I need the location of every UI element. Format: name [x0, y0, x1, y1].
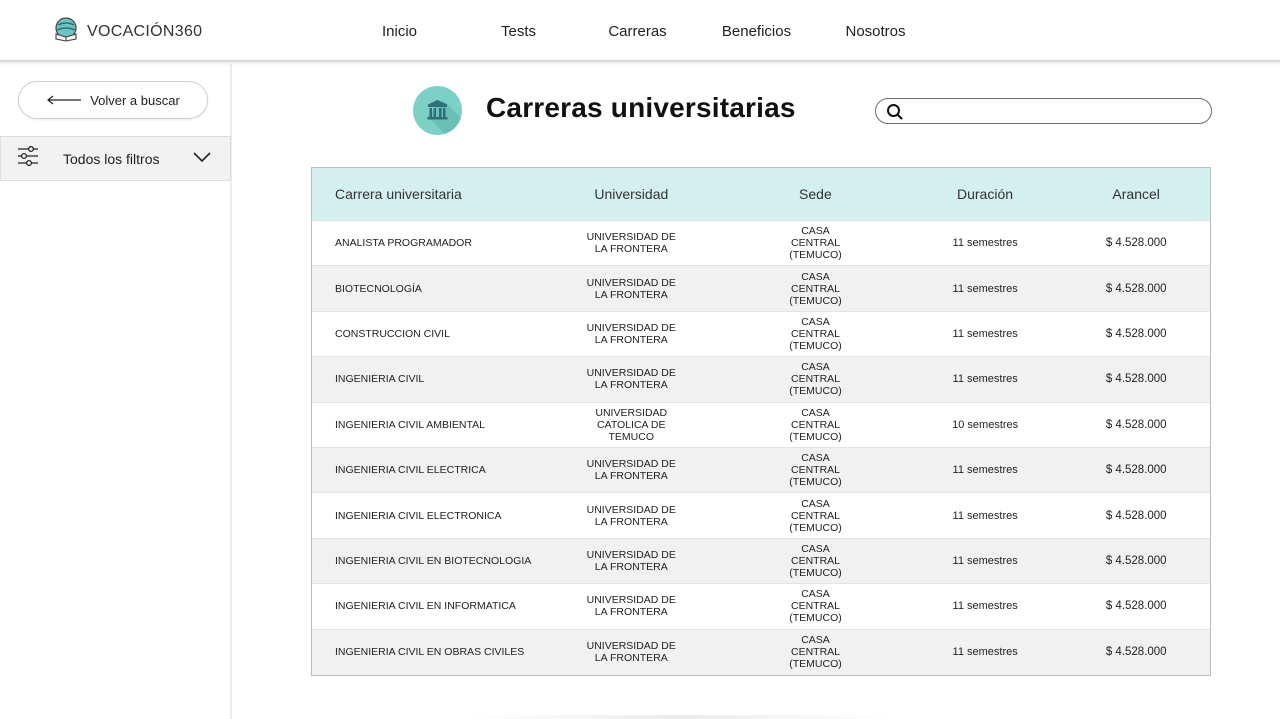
university-icon	[413, 86, 462, 135]
cell-arancel: $ 4.528.000	[1105, 237, 1167, 250]
table-row[interactable]: INGENIERIA CIVIL UNIVERSIDAD DE LA FRONTE…	[312, 357, 1210, 403]
header-universidad[interactable]: Universidad	[540, 186, 724, 202]
cell-universidad: UNIVERSIDAD DE LA FRONTERA	[586, 594, 676, 619]
cell-carrera: INGENIERIA CIVIL ELECTRICA	[335, 464, 486, 477]
cell-carrera: INGENIERIA CIVIL ELECTRONICA	[335, 509, 502, 522]
header-duracion[interactable]: Duración	[908, 186, 1063, 202]
table-row[interactable]: INGENIERIA CIVIL AMBIENTAL UNIVERSIDAD CA…	[312, 403, 1210, 448]
cell-duracion: 11 semestres	[952, 282, 1018, 295]
cell-arancel: $ 4.528.000	[1105, 509, 1167, 522]
sliders-icon	[17, 145, 39, 171]
nav-tests[interactable]: Tests	[459, 23, 578, 40]
page-title: Carreras universitarias	[486, 92, 796, 123]
cell-carrera: INGENIERIA CIVIL EN OBRAS CIVILES	[335, 646, 525, 659]
cell-sede: CASA CENTRAL (TEMUCO)	[789, 452, 842, 489]
cell-duracion: 11 semestres	[952, 646, 1018, 659]
cell-carrera: CONSTRUCCION CIVIL	[335, 327, 450, 340]
cell-universidad: UNIVERSIDAD DE LA FRONTERA	[586, 321, 676, 346]
cell-universidad: UNIVERSIDAD DE LA FRONTERA	[586, 276, 676, 301]
nav-inicio[interactable]: Inicio	[340, 23, 459, 40]
logo[interactable]: VOCACIÓN360	[53, 16, 202, 47]
cell-duracion: 11 semestres	[952, 600, 1018, 613]
header-arancel[interactable]: Arancel	[1062, 186, 1210, 202]
cell-arancel: $ 4.528.000	[1105, 373, 1167, 386]
table-row[interactable]: INGENIERIA CIVIL EN BIOTECNOLOGIA UNIVERS…	[312, 538, 1210, 585]
cell-sede: CASA CENTRAL (TEMUCO)	[789, 542, 842, 579]
cell-arancel: $ 4.528.000	[1105, 646, 1167, 659]
cell-universidad: UNIVERSIDAD DE LA FRONTERA	[586, 503, 676, 528]
sidebar: Volver a buscar Todos los filtros	[0, 64, 232, 719]
table-row[interactable]: BIOTECNOLOGÍA UNIVERSIDAD DE LA FRONTERA C…	[312, 266, 1210, 312]
table-row[interactable]: INGENIERIA CIVIL EN INFORMATICA UNIVERSID…	[312, 584, 1210, 630]
search-input[interactable]	[908, 102, 1198, 120]
cell-carrera: INGENIERIA CIVIL EN BIOTECNOLOGIA	[335, 554, 532, 567]
cell-universidad: UNIVERSIDAD DE LA FRONTERA	[586, 231, 676, 256]
top-navbar: VOCACIÓN360 Inicio Tests Carreras Benefi…	[0, 0, 1280, 62]
cell-duracion: 11 semestres	[952, 554, 1018, 567]
cell-carrera: INGENIERIA CIVIL	[335, 373, 425, 386]
nav-carreras[interactable]: Carreras	[578, 23, 697, 40]
careers-table: Carrera universitaria Universidad Sede D…	[311, 167, 1211, 676]
all-filters-toggle[interactable]: Todos los filtros	[0, 136, 231, 181]
main-nav: Inicio Tests Carreras Beneficios Nosotro…	[340, 0, 935, 62]
table-row[interactable]: INGENIERIA CIVIL EN OBRAS CIVILES UNIVERS…	[312, 629, 1210, 675]
cell-duracion: 11 semestres	[952, 464, 1018, 477]
cell-universidad: UNIVERSIDAD DE LA FRONTERA	[586, 458, 676, 483]
cell-duracion: 11 semestres	[952, 237, 1018, 250]
cell-sede: CASA CENTRAL (TEMUCO)	[789, 270, 842, 307]
chevron-down-icon[interactable]	[192, 150, 212, 169]
filters-label: Todos los filtros	[63, 150, 160, 167]
table-row[interactable]: INGENIERIA CIVIL ELECTRICA UNIVERSIDAD DE…	[312, 447, 1210, 494]
cell-carrera: BIOTECNOLOGÍA	[335, 282, 422, 295]
cell-carrera: ANALISTA PROGRAMADOR	[335, 237, 472, 250]
cell-duracion: 11 semestres	[952, 327, 1018, 340]
cell-arancel: $ 4.528.000	[1105, 464, 1167, 477]
search-bar[interactable]	[875, 98, 1212, 124]
cell-arancel: $ 4.528.000	[1105, 327, 1167, 340]
nav-beneficios[interactable]: Beneficios	[697, 23, 816, 40]
nav-nosotros[interactable]: Nosotros	[816, 23, 935, 40]
cell-sede: CASA CENTRAL (TEMUCO)	[789, 588, 842, 625]
search-icon[interactable]	[886, 103, 904, 126]
table-row[interactable]: CONSTRUCCION CIVIL UNIVERSIDAD DE LA FRON…	[312, 312, 1210, 358]
bottom-divider	[470, 715, 890, 719]
header-sede[interactable]: Sede	[723, 186, 908, 202]
cell-sede: CASA CENTRAL (TEMUCO)	[789, 634, 842, 671]
cell-arancel: $ 4.528.000	[1105, 418, 1167, 431]
arrow-left-icon	[46, 93, 82, 108]
globe-book-logo-icon	[53, 16, 79, 47]
cell-sede: CASA CENTRAL (TEMUCO)	[789, 225, 842, 262]
cell-universidad: UNIVERSIDAD CATOLICA DE TEMUCO	[595, 406, 668, 443]
table-body: ANALISTA PROGRAMADOR UNIVERSIDAD DE LA FR…	[312, 221, 1210, 675]
cell-duracion: 10 semestres	[952, 418, 1019, 431]
cell-duracion: 11 semestres	[952, 373, 1018, 386]
cell-sede: CASA CENTRAL (TEMUCO)	[789, 406, 842, 443]
table-row[interactable]: ANALISTA PROGRAMADOR UNIVERSIDAD DE LA FR…	[312, 221, 1210, 267]
header-carrera[interactable]: Carrera universitaria	[312, 186, 540, 202]
cell-arancel: $ 4.528.000	[1105, 282, 1167, 295]
cell-duracion: 11 semestres	[952, 509, 1018, 522]
back-to-search-button[interactable]: Volver a buscar	[18, 81, 208, 119]
cell-sede: CASA CENTRAL (TEMUCO)	[789, 361, 842, 398]
cell-sede: CASA CENTRAL (TEMUCO)	[789, 497, 842, 534]
cell-universidad: UNIVERSIDAD DE LA FRONTERA	[586, 640, 676, 665]
cell-carrera: INGENIERIA CIVIL AMBIENTAL	[335, 418, 485, 431]
cell-universidad: UNIVERSIDAD DE LA FRONTERA	[586, 367, 676, 392]
cell-carrera: INGENIERIA CIVIL EN INFORMATICA	[335, 600, 516, 613]
cell-sede: CASA CENTRAL (TEMUCO)	[789, 315, 842, 352]
table-row[interactable]: INGENIERIA CIVIL ELECTRONICA UNIVERSIDAD …	[312, 493, 1210, 539]
app-name: VOCACIÓN360	[87, 22, 203, 40]
table-header: Carrera universitaria Universidad Sede D…	[312, 168, 1210, 221]
cell-universidad: UNIVERSIDAD DE LA FRONTERA	[586, 548, 676, 573]
cell-arancel: $ 4.528.000	[1105, 600, 1167, 613]
back-button-label: Volver a buscar	[90, 92, 180, 108]
cell-arancel: $ 4.528.000	[1105, 554, 1167, 567]
